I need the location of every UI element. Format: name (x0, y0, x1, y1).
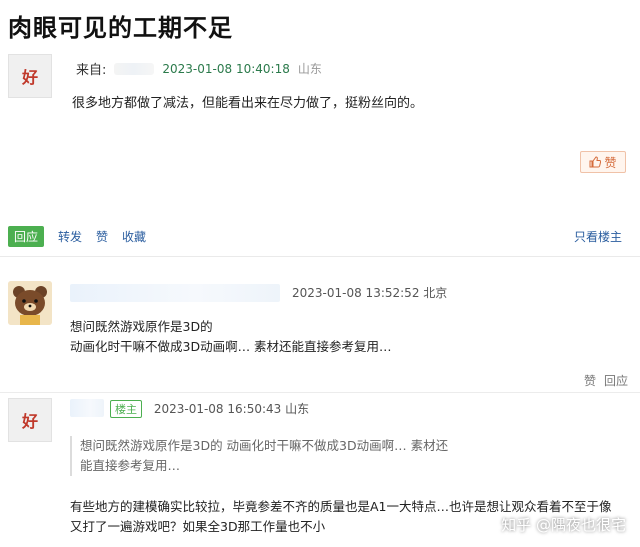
reply-meta: 楼主 2023-01-08 16:50:43 山东 (106, 400, 309, 418)
like-button[interactable]: 赞 (580, 151, 626, 173)
reply-meta: 2023-01-08 13:52:52 北京 (292, 284, 447, 301)
username-blurred[interactable] (70, 284, 280, 302)
reply-location: 北京 (423, 286, 448, 300)
reply-like-link[interactable]: 赞 (584, 372, 596, 389)
page-title: 肉眼可见的工期不足 (8, 14, 233, 42)
post-meta: 来自: 2023-01-08 10:40:18 山东 (76, 59, 322, 79)
avatar-char: 好 (21, 412, 38, 431)
reply-actions: 赞 回应 (584, 372, 628, 389)
action-bar: 回应 转发 赞 收藏 只看楼主 (0, 222, 640, 250)
avatar-char: 好 (21, 68, 38, 87)
thumbs-up-icon (589, 156, 602, 168)
reply-button[interactable]: 回应 (8, 225, 45, 247)
username-blurred[interactable] (114, 62, 155, 75)
reply-line: 想问既然游戏原作是3D的 (70, 319, 213, 334)
reply-date: 2023-01-08 16:50:43 (153, 402, 282, 416)
reply-item: 2023-01-08 13:52:52 北京 想问既然游戏原作是3D的 动画化时… (0, 256, 640, 356)
reply-text: 想问既然游戏原作是3D的 动画化时干嘛不做成3D动画啊… 素材还能直接参考复用… (70, 317, 392, 357)
post-date: 2023-01-08 10:40:18 (162, 61, 290, 76)
reply-line: 动画化时干嘛不做成3D动画啊… 素材还能直接参考复用… (70, 339, 392, 354)
reply-date: 2023-01-08 13:52:52 (292, 286, 420, 300)
bear-avatar-icon (8, 281, 52, 325)
avatar[interactable] (8, 281, 52, 325)
like-link[interactable]: 赞 (96, 228, 108, 245)
reply-location: 山东 (285, 402, 310, 416)
avatar[interactable]: 好 (8, 398, 52, 442)
username-blurred[interactable] (70, 399, 104, 417)
from-label: 来自: (76, 63, 107, 78)
op-badge: 楼主 (110, 400, 142, 418)
quote-line: 想问既然游戏原作是3D的 动画化时干嘛不做成3D动画啊… 素材还 (80, 438, 449, 453)
quoted-reply: 想问既然游戏原作是3D的 动画化时干嘛不做成3D动画啊… 素材还 能直接参考复用… (70, 436, 480, 476)
only-op-link[interactable]: 只看楼主 (574, 228, 622, 245)
post-location: 山东 (297, 62, 322, 76)
divider (0, 392, 640, 393)
like-label: 赞 (604, 155, 617, 170)
forward-button[interactable]: 转发 (58, 228, 82, 245)
watermark: 知乎 @隅夜也很宅 (501, 516, 626, 534)
quote-line: 能直接参考复用… (80, 458, 181, 473)
reply-reply-link[interactable]: 回应 (604, 372, 628, 389)
collect-button[interactable]: 收藏 (122, 228, 146, 245)
avatar[interactable]: 好 (8, 54, 52, 98)
post-text: 很多地方都做了减法，但能看出来在尽力做了，挺粉丝向的。 (72, 96, 424, 111)
